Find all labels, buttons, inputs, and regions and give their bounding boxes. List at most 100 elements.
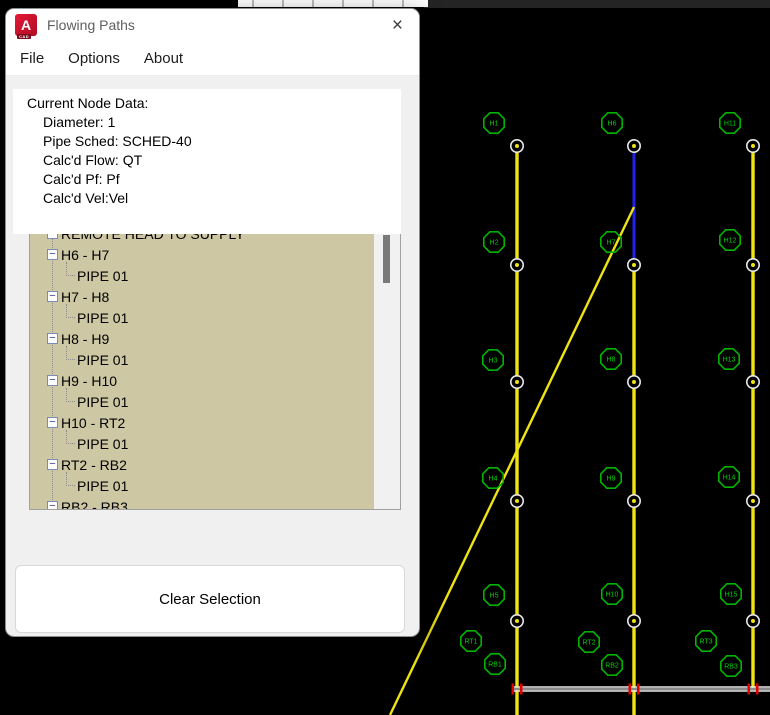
node-h13[interactable]: H13 [717, 347, 741, 371]
tree-item-pipe-01[interactable]: PIPE 01 [30, 388, 374, 412]
node-label: H3 [489, 358, 498, 365]
tree-item-pipe-01[interactable]: PIPE 01 [30, 304, 374, 328]
autocad-icon-sub: CAD [17, 34, 32, 39]
pipe-junction-ring[interactable] [745, 493, 760, 508]
menu-file[interactable]: File [6, 50, 56, 67]
node-label: H7 [607, 240, 616, 247]
collapse-icon[interactable]: − [47, 333, 58, 344]
node-rb1[interactable]: RB1 [483, 652, 507, 676]
node-label: H13 [723, 357, 736, 364]
tree-item-label: H8 - H9 [61, 331, 110, 347]
pipe-junction-ring[interactable] [745, 139, 760, 154]
node-label: H14 [723, 475, 736, 482]
pipe-junction-ring[interactable] [509, 613, 524, 628]
node-h9[interactable]: H9 [599, 466, 623, 490]
node-label: RT2 [582, 640, 595, 647]
menu-bar: File Options About [6, 41, 419, 76]
pipe-junction-ring[interactable] [626, 374, 641, 389]
node-h4[interactable]: H4 [481, 466, 505, 490]
node-h8[interactable]: H8 [599, 347, 623, 371]
tree-item-h10-rt2[interactable]: − H10 - RT2 [30, 412, 374, 433]
info-line: Calc'd Flow: QT [43, 152, 143, 168]
ribbon-toolbar-sliver [238, 0, 428, 7]
connection-tick-red [628, 683, 631, 695]
pipe-junction-ring[interactable] [626, 257, 641, 272]
path-tree[interactable]: −REMOTE HEAD TO SUPPLY−H6 - H7PIPE 01−H7… [29, 228, 401, 510]
node-rb3[interactable]: RB3 [719, 654, 743, 678]
node-label: RT3 [699, 639, 712, 646]
collapse-icon[interactable]: − [47, 417, 58, 428]
tree-item-pipe-01[interactable]: PIPE 01 [30, 430, 374, 454]
pipe-junction-ring[interactable] [509, 374, 524, 389]
tree-elbow-connector [66, 388, 75, 402]
tree-item-rt2-rb2[interactable]: − RT2 - RB2 [30, 454, 374, 475]
node-label: RB1 [488, 662, 502, 669]
node-h1[interactable]: H1 [482, 112, 506, 134]
connection-tick-red [747, 683, 750, 695]
menu-about[interactable]: About [132, 50, 195, 67]
clear-selection-button[interactable]: Clear Selection [15, 565, 405, 633]
collapse-icon[interactable]: − [47, 501, 58, 509]
tree-item-label: PIPE 01 [77, 436, 129, 452]
pipe-junction-ring[interactable] [626, 493, 641, 508]
pipe-diagonal[interactable] [388, 206, 636, 715]
node-rb2[interactable]: RB2 [600, 653, 624, 677]
node-h5[interactable]: H5 [482, 583, 506, 607]
collapse-icon[interactable]: − [47, 291, 58, 302]
node-rt1[interactable]: RT1 [459, 629, 483, 653]
node-label: RB2 [605, 663, 619, 670]
tree-item-label: PIPE 01 [77, 394, 129, 410]
tree-item-label: PIPE 01 [77, 310, 129, 326]
pipe-junction-ring[interactable] [509, 493, 524, 508]
tree-item-label: H9 - H10 [61, 373, 118, 389]
node-h11[interactable]: H11 [718, 112, 742, 134]
tree-item-h9-h10[interactable]: − H9 - H10 [30, 370, 374, 391]
info-line: Calc'd Pf: Pf [43, 171, 120, 187]
node-h10[interactable]: H10 [600, 582, 624, 606]
collapse-icon[interactable]: − [47, 375, 58, 386]
pipe-junction-ring[interactable] [509, 139, 524, 154]
node-rt2[interactable]: RT2 [577, 630, 601, 654]
node-h3[interactable]: H3 [481, 348, 505, 372]
tree-item-pipe-01[interactable]: PIPE 01 [30, 262, 374, 286]
node-rt3[interactable]: RT3 [694, 629, 718, 653]
node-h12[interactable]: H12 [718, 229, 742, 251]
tree-item-rb2-rb3[interactable]: − RB2 - RB3 [30, 496, 374, 510]
autocad-icon-letter: A [20, 17, 32, 33]
close-icon[interactable]: × [392, 16, 403, 35]
node-label: H11 [724, 121, 736, 128]
pipe-junction-ring[interactable] [509, 257, 524, 272]
node-h15[interactable]: H15 [719, 582, 743, 606]
tree-item-label: RB2 - RB3 [61, 499, 128, 510]
node-h2[interactable]: H2 [482, 231, 506, 253]
collapse-icon[interactable]: − [47, 249, 58, 260]
connection-tick-red [756, 683, 759, 695]
tree-item-label: PIPE 01 [77, 478, 129, 494]
tree-scrollbar-track[interactable] [374, 229, 400, 509]
pipe-junction-ring[interactable] [745, 613, 760, 628]
menu-options[interactable]: Options [56, 50, 132, 67]
title-bar[interactable]: A CAD Flowing Paths × [6, 9, 419, 41]
node-h6[interactable]: H6 [600, 112, 624, 134]
node-label: H9 [607, 476, 616, 483]
tree-item-pipe-01[interactable]: PIPE 01 [30, 472, 374, 496]
pipe-junction-ring[interactable] [745, 374, 760, 389]
tree-item-label: PIPE 01 [77, 352, 129, 368]
tree-item-h7-h8[interactable]: − H7 - H8 [30, 286, 374, 307]
pipe-junction-ring[interactable] [745, 257, 760, 272]
node-h14[interactable]: H14 [717, 465, 741, 489]
tree-item-h8-h9[interactable]: − H8 - H9 [30, 328, 374, 349]
tree-scrollbar-thumb[interactable] [383, 235, 390, 283]
tree-item-pipe-01[interactable]: PIPE 01 [30, 346, 374, 370]
info-line: Calc'd Vel:Vel [43, 190, 129, 206]
window-title: Flowing Paths [47, 17, 135, 33]
node-label: H15 [725, 592, 738, 599]
pipe-junction-ring[interactable] [626, 139, 641, 154]
tree-item-h6-h7[interactable]: − H6 - H7 [30, 244, 374, 265]
pipe-junction-ring[interactable] [626, 613, 641, 628]
node-label: H12 [724, 238, 737, 245]
info-line: Diameter: 1 [43, 114, 116, 130]
tree-elbow-connector [66, 346, 75, 360]
collapse-icon[interactable]: − [47, 459, 58, 470]
connection-tick-red [511, 683, 514, 695]
